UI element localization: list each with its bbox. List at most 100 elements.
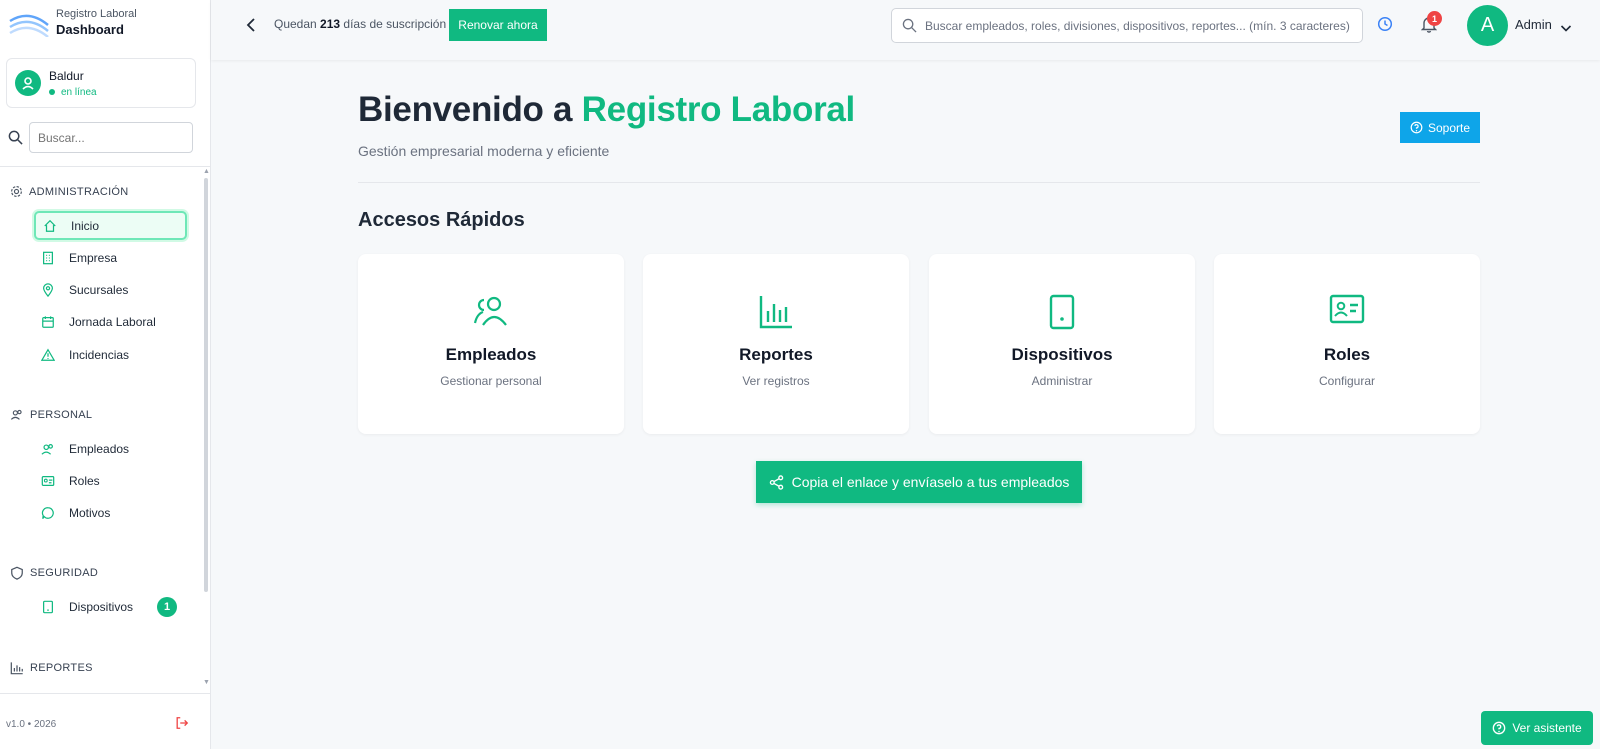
clock-icon <box>1377 16 1393 32</box>
quick-card-empleados[interactable]: Empleados Gestionar personal <box>358 254 624 434</box>
search-icon <box>8 130 23 145</box>
section-security-label: SEGURIDAD <box>30 567 99 579</box>
gear-icon <box>11 186 22 197</box>
brand[interactable]: Registro Laboral Dashboard <box>8 6 137 38</box>
quick-card-desc: Administrar <box>1031 374 1093 388</box>
map-pin-icon <box>43 282 53 297</box>
sidebar-item-dispositivos[interactable]: Dispositivos 1 <box>34 592 187 621</box>
user-name: Baldur <box>49 68 84 83</box>
quick-card-title: Roles <box>1323 345 1371 364</box>
scroll-down-arrow[interactable]: ▼ <box>203 679 210 686</box>
subscription-suffix: días de suscripción <box>343 17 447 31</box>
bar-chart-icon <box>759 296 792 329</box>
quick-card-desc: Gestionar personal <box>440 374 542 388</box>
quick-access-title: Accesos Rápidos <box>358 209 525 231</box>
sidebar-item-empresa[interactable]: Empresa <box>34 243 187 272</box>
online-dot <box>49 89 55 95</box>
quick-card-title: Reportes <box>739 345 813 364</box>
brand-subtitle: Registro Laboral <box>56 8 137 20</box>
sidebar-item-sucursales[interactable]: Sucursales <box>34 275 187 304</box>
users-icon <box>10 409 22 420</box>
dispositivos-count-badge: 1 <box>157 596 177 617</box>
sidebar-search <box>8 122 193 153</box>
support-button[interactable]: Soporte <box>1400 112 1480 143</box>
user-card[interactable]: Baldur en línea <box>6 58 196 108</box>
section-reports: REPORTES <box>10 661 93 675</box>
sidebar-item-label: Empresa <box>69 250 118 265</box>
sidebar-item-motivos[interactable]: Motivos <box>34 498 187 527</box>
notifications-badge: 1 <box>1427 11 1442 26</box>
app-version: v1.0 • 2026 <box>6 719 57 730</box>
sidebar-item-inicio[interactable]: Inicio <box>34 211 187 240</box>
copy-link-button[interactable]: Copia el enlace y envíaselo a tus emplea… <box>756 461 1082 503</box>
sidebar-item-label: Inicio <box>71 218 100 233</box>
sidebar-footer-divider <box>0 693 210 694</box>
section-admin: ADMINISTRACIÓN <box>10 185 129 198</box>
section-admin-label: ADMINISTRACIÓN <box>29 185 129 198</box>
page-title-accent: Registro Laboral <box>581 90 856 129</box>
tablet-icon <box>1049 294 1075 330</box>
renew-button[interactable]: Renovar ahora <box>449 9 547 41</box>
chevron-down-icon <box>1560 25 1572 32</box>
sidebar-item-label: Empleados <box>69 441 130 456</box>
quick-card-roles[interactable]: Roles Configurar <box>1214 254 1480 434</box>
sidebar-item-incidencias[interactable]: Incidencias <box>34 340 187 369</box>
quick-card-desc: Ver registros <box>742 374 810 388</box>
user-menu-label[interactable]: Admin <box>1515 17 1552 32</box>
quick-card-reportes[interactable]: Reportes Ver registros <box>643 254 909 434</box>
tablet-icon <box>43 600 53 613</box>
id-card-icon <box>41 475 55 486</box>
id-card-icon <box>1329 294 1365 324</box>
section-security: SEGURIDAD <box>10 566 98 580</box>
sidebar-item-roles[interactable]: Roles <box>34 466 187 495</box>
support-button-label: Soporte <box>1427 120 1471 135</box>
chevron-left-icon <box>246 18 255 32</box>
shield-icon <box>11 566 23 580</box>
home-icon <box>44 219 56 232</box>
logout-button[interactable] <box>175 716 189 735</box>
user-avatar <box>15 70 41 96</box>
quick-card-title: Dispositivos <box>1011 345 1113 364</box>
sidebar-item-label: Roles <box>69 473 100 488</box>
sidebar: Registro Laboral Dashboard Baldur en lín… <box>0 0 211 749</box>
quick-card-title: Empleados <box>445 345 537 364</box>
scroll-up-arrow[interactable]: ▲ <box>203 168 210 175</box>
share-icon <box>769 474 783 490</box>
sidebar-item-label: Jornada Laboral <box>69 314 156 329</box>
collapse-sidebar-button[interactable] <box>243 16 259 39</box>
help-circle-icon <box>1492 721 1506 735</box>
sidebar-divider <box>0 166 210 167</box>
user-circle-icon <box>22 77 34 90</box>
subscription-prefix: Quedan <box>274 17 317 31</box>
main-divider <box>358 182 1480 183</box>
sidebar-search-input[interactable] <box>29 122 193 153</box>
assistant-button-label: Ver asistente <box>1512 721 1582 735</box>
sidebar-item-jornada-laboral[interactable]: Jornada Laboral <box>34 307 187 336</box>
quick-card-dispositivos[interactable]: Dispositivos Administrar <box>929 254 1195 434</box>
global-search <box>891 8 1363 43</box>
building-icon <box>43 251 53 264</box>
global-search-input[interactable] <box>925 18 1355 33</box>
sidebar-item-label: Incidencias <box>69 347 130 362</box>
logo-icon <box>9 14 49 37</box>
search-icon <box>902 18 917 33</box>
topbar: Quedan 213 días de suscripción Renovar a… <box>211 0 1600 60</box>
avatar[interactable]: A <box>1467 5 1508 46</box>
page-subtitle: Gestión empresarial moderna y eficiente <box>358 143 610 159</box>
subscription-days: 213 <box>320 17 341 31</box>
sidebar-scrollbar[interactable] <box>204 178 208 592</box>
user-status: en línea <box>49 87 97 98</box>
copy-link-label: Copia el enlace y envíaselo a tus emplea… <box>791 474 1070 490</box>
page-title: Bienvenido a Registro Laboral <box>358 90 855 130</box>
section-reports-label: REPORTES <box>30 662 93 674</box>
sidebar-item-label: Sucursales <box>69 282 129 297</box>
bar-chart-icon <box>10 662 23 675</box>
sidebar-item-label: Dispositivos <box>69 599 134 614</box>
assistant-button[interactable]: Ver asistente <box>1481 711 1593 745</box>
sidebar-item-label: Motivos <box>69 505 111 520</box>
sidebar-item-empleados[interactable]: Empleados <box>34 434 187 463</box>
subscription-status: Quedan 213 días de suscripción <box>274 17 446 31</box>
users-icon <box>41 443 53 455</box>
history-button[interactable] <box>1377 16 1393 37</box>
user-menu-toggle[interactable] <box>1560 20 1572 38</box>
